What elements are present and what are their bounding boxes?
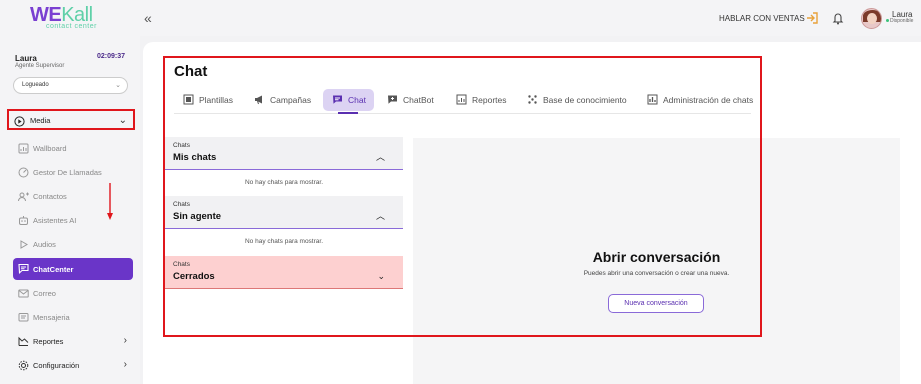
play-icon	[20, 240, 28, 249]
robot-icon	[19, 216, 28, 225]
sidebar-item-label: Gestor De Llamadas	[33, 168, 102, 177]
sidebar-item-media[interactable]: Media ⌄	[7, 109, 135, 130]
sidebar-item-reportes[interactable]: Reportes ›	[13, 331, 133, 351]
sidebar: Laura Agente Supervisor 02:09:37 Loguead…	[0, 36, 140, 384]
sidebar-item-label: Contactos	[33, 192, 67, 201]
chevron-right-icon: ›	[123, 359, 127, 370]
agent-status-value: Logueado	[22, 82, 49, 88]
sidebar-item-label: Reportes	[33, 337, 64, 346]
logo-tagline: contact center	[46, 23, 97, 30]
chevron-down-icon: ⌄	[118, 115, 127, 126]
chevron-right-icon: ›	[123, 335, 127, 346]
chevron-down-icon: ⌄	[115, 82, 121, 89]
sidebar-item-label: Asistentes AI	[33, 216, 77, 225]
sidebar-item-configuracion[interactable]: Configuración ›	[13, 355, 133, 375]
user-status: Disponible	[886, 18, 913, 24]
reports-icon	[18, 336, 29, 346]
sidebar-item-wallboard[interactable]: Wallboard	[13, 138, 133, 158]
sidebar-item-gestor-de-llamadas[interactable]: Gestor De Llamadas	[13, 162, 133, 182]
play-circle-icon	[14, 116, 25, 127]
sidebar-item-label: ChatCenter	[33, 265, 74, 274]
add-contact-icon	[18, 192, 29, 202]
sidebar-item-audios[interactable]: Audios	[13, 234, 133, 254]
sidebar-item-label: Wallboard	[33, 144, 67, 153]
avatar[interactable]	[861, 8, 882, 29]
sidebar-item-mensajeria[interactable]: Mensajeria	[13, 307, 133, 327]
session-timer: 02:09:37	[97, 53, 126, 60]
collapse-sidebar-button[interactable]: «	[144, 10, 152, 26]
message-icon	[18, 313, 29, 322]
sidebar-item-label: Media	[30, 116, 51, 125]
agent-role: Agente Supervisor	[15, 63, 65, 69]
gear-icon	[18, 360, 29, 371]
top-bar: WEKall contact center « HABLAR CON VENTA…	[0, 0, 921, 36]
sidebar-item-contactos[interactable]: Contactos	[13, 186, 133, 206]
sidebar-item-correo[interactable]: Correo	[13, 283, 133, 303]
chat-icon	[18, 263, 29, 274]
sidebar-item-label: Configuración	[33, 361, 80, 370]
phone-gauge-icon	[18, 167, 29, 178]
sidebar-item-asistentes-ai[interactable]: Asistentes AI	[13, 210, 133, 230]
annotation-arrow-icon	[107, 183, 113, 220]
status-dot-icon	[886, 19, 889, 23]
sidebar-item-label: Mensajeria	[33, 313, 70, 322]
annotation-highlight-box	[163, 56, 762, 337]
mail-icon	[18, 289, 29, 298]
logout-icon[interactable]	[805, 11, 819, 25]
talk-to-sales-link[interactable]: HABLAR CON VENTAS	[719, 14, 805, 23]
bell-icon[interactable]	[832, 11, 844, 25]
sidebar-item-chatcenter[interactable]: ChatCenter	[13, 258, 133, 280]
agent-status-select[interactable]: Logueado ⌄	[13, 77, 128, 94]
agent-name: Laura	[15, 54, 37, 63]
sidebar-item-label: Audios	[33, 240, 56, 249]
wekall-logo[interactable]: WEKall contact center	[30, 4, 110, 30]
wallboard-icon	[18, 143, 29, 154]
sidebar-item-label: Correo	[33, 289, 56, 298]
